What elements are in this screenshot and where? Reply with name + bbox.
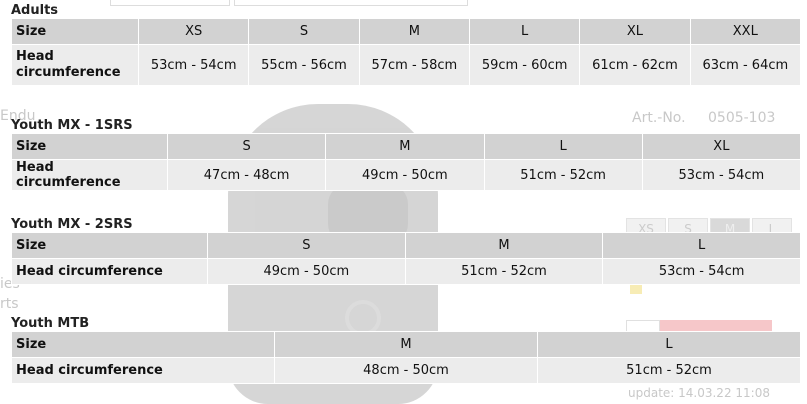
art-no-label: Art.-No. (632, 110, 686, 126)
size-cell: L (537, 331, 801, 358)
measurement-cell: 49cm - 50cm (325, 159, 485, 191)
measurement-cell: 51cm - 52cm (404, 258, 604, 285)
measurement-cell: 63cm - 64cm (689, 44, 802, 86)
table-row: Head circumference 49cm - 50cm 51cm - 52… (11, 258, 801, 285)
table-title-adults: Adults (11, 3, 59, 18)
head-circumference-label: Head circumference (11, 357, 275, 384)
size-cell: L (483, 133, 643, 160)
table-row: Head circumference 53cm - 54cm 55cm - 56… (11, 44, 802, 86)
size-cell: S (248, 18, 360, 45)
size-table-youth-mx-2srs: Size S M L Head circumference 49cm - 50c… (11, 232, 801, 285)
size-table-youth-mx-1srs: Size S M L XL Head circumference 47cm - … (11, 133, 802, 191)
table-title-youth-mx-2srs: Youth MX - 2SRS (11, 217, 133, 232)
measurement-cell: 51cm - 52cm (483, 159, 643, 191)
size-cell: XXL (689, 18, 802, 45)
table-title-youth-mtb: Youth MTB (11, 316, 90, 331)
size-label: Size (11, 232, 208, 259)
sidebar-text: rts (0, 296, 19, 312)
stock-indicator (630, 284, 642, 294)
head-circumference-label: Head circumference (11, 258, 208, 285)
measurement-cell: 51cm - 52cm (537, 357, 801, 384)
head-circumference-label: Head circumference (11, 44, 139, 86)
size-cell: M (274, 331, 538, 358)
measurement-cell: 48cm - 50cm (274, 357, 538, 384)
table-row: Head circumference 47cm - 48cm 49cm - 50… (11, 159, 802, 191)
size-cell: XL (641, 133, 802, 160)
table-header-row: Size XS S M L XL XXL (11, 18, 802, 45)
measurement-cell: 49cm - 50cm (207, 258, 406, 285)
size-table-adults: Size XS S M L XL XXL Head circumference … (11, 18, 802, 86)
update-timestamp: update: 14.03.22 11:08 (628, 386, 770, 400)
measurement-cell: 53cm - 54cm (641, 159, 802, 191)
size-cell: S (166, 133, 327, 160)
size-cell: M (325, 133, 485, 160)
size-cell: L (602, 232, 801, 259)
table-title-youth-mx-1srs: Youth MX - 1SRS (11, 118, 133, 133)
size-label: Size (11, 331, 275, 358)
size-label: Size (11, 18, 139, 45)
head-circumference-label: Head circumference (11, 159, 168, 191)
size-cell: XS (137, 18, 250, 45)
table-header-row: Size M L (11, 331, 801, 358)
measurement-cell: 53cm - 54cm (137, 44, 250, 86)
size-label: Size (11, 133, 168, 160)
background-box (234, 0, 468, 6)
measurement-cell: 59cm - 60cm (468, 44, 581, 86)
measurement-cell: 47cm - 48cm (166, 159, 327, 191)
size-table-youth-mtb: Size M L Head circumference 48cm - 50cm … (11, 331, 801, 384)
size-cell: S (207, 232, 406, 259)
table-row: Head circumference 48cm - 50cm 51cm - 52… (11, 357, 801, 384)
background-box (110, 0, 230, 6)
size-cell: XL (579, 18, 691, 45)
measurement-cell: 57cm - 58cm (358, 44, 470, 86)
table-header-row: Size S M L (11, 232, 801, 259)
measurement-cell: 61cm - 62cm (579, 44, 691, 86)
measurement-cell: 53cm - 54cm (602, 258, 801, 285)
size-cell: L (468, 18, 581, 45)
measurement-cell: 55cm - 56cm (248, 44, 360, 86)
size-cell: M (358, 18, 470, 45)
art-no-value: 0505-103 (708, 110, 776, 126)
table-header-row: Size S M L XL (11, 133, 802, 160)
size-cell: M (404, 232, 604, 259)
